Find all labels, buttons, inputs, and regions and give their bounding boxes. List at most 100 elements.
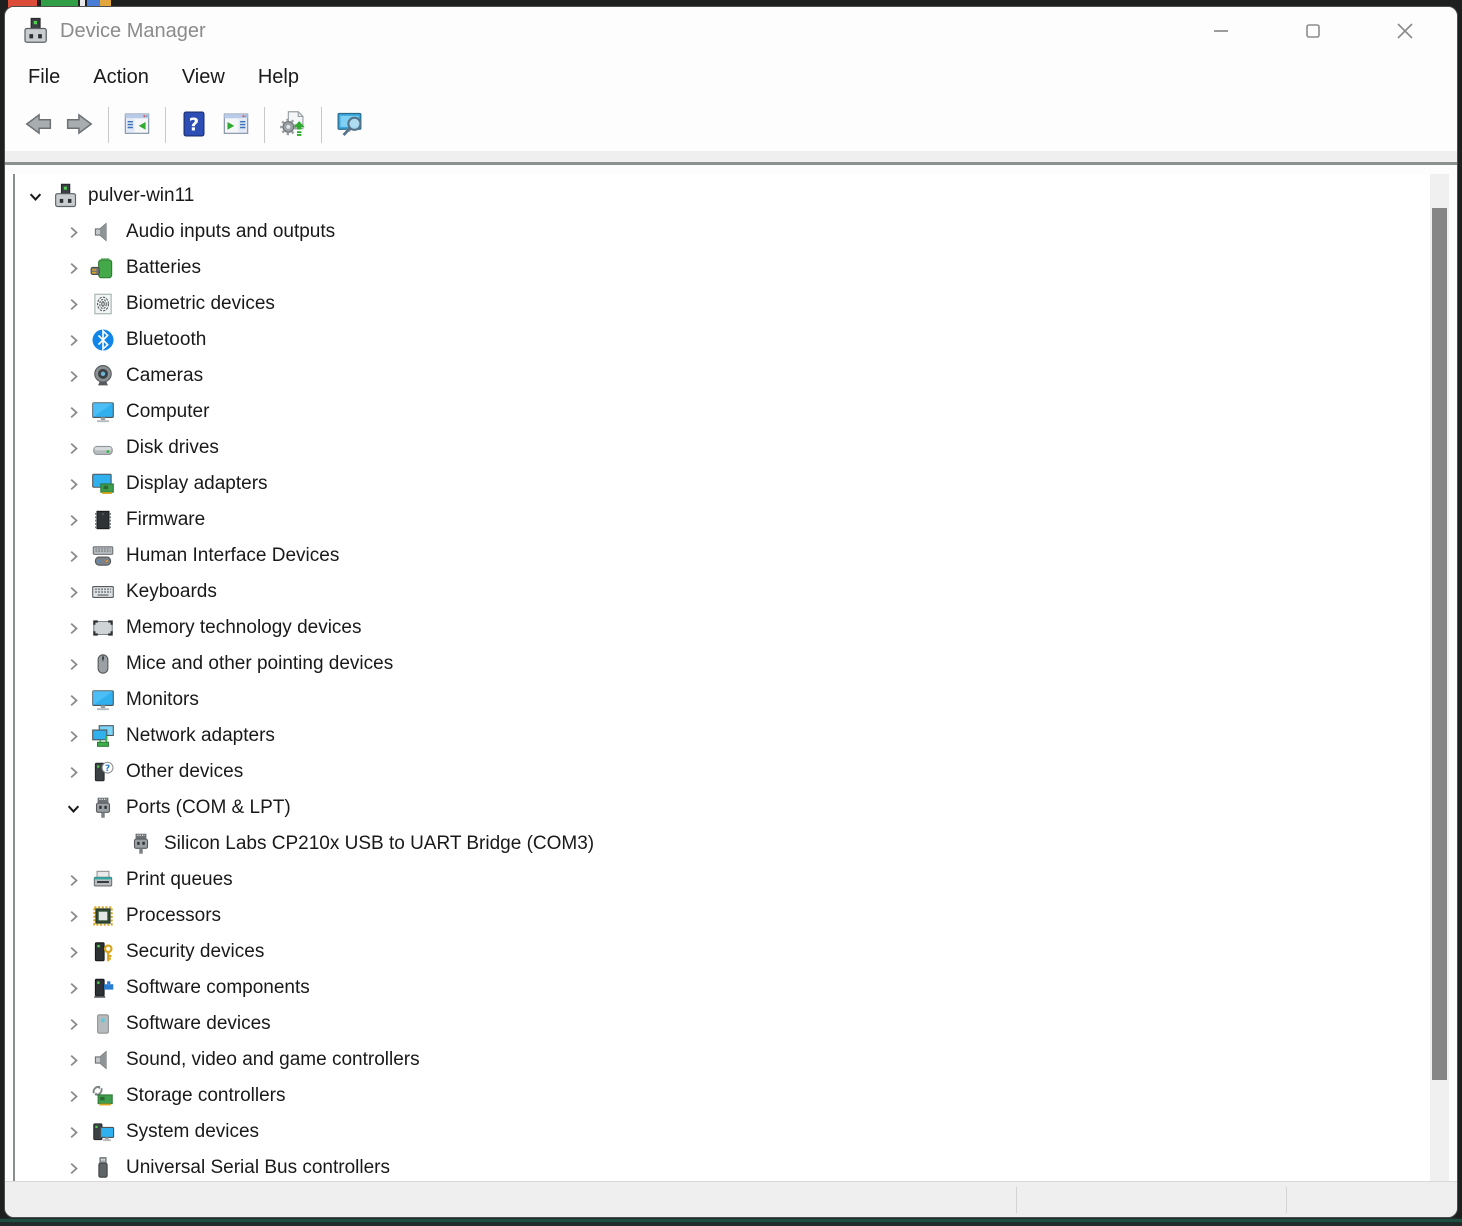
chevron-right-icon[interactable] bbox=[57, 1013, 89, 1035]
tree-item-monitors[interactable]: Monitors bbox=[15, 682, 1429, 718]
tree-item-label: Storage controllers bbox=[126, 1085, 285, 1107]
chevron-down-icon[interactable] bbox=[19, 185, 51, 207]
device-manager-app-icon bbox=[20, 16, 50, 46]
chevron-right-icon[interactable] bbox=[57, 293, 89, 315]
chevron-right-icon[interactable] bbox=[57, 941, 89, 963]
tree-item-label: Mice and other pointing devices bbox=[126, 653, 393, 675]
tree-item-universal-serial-bus-controllers[interactable]: Universal Serial Bus controllers bbox=[15, 1150, 1429, 1181]
menu-help[interactable]: Help bbox=[245, 62, 312, 93]
menubar: FileActionViewHelp bbox=[5, 55, 1457, 99]
chevron-right-icon[interactable] bbox=[57, 473, 89, 495]
forward-button[interactable] bbox=[59, 105, 101, 145]
chevron-right-icon[interactable] bbox=[57, 905, 89, 927]
tree-item-storage-controllers[interactable]: Storage controllers bbox=[15, 1078, 1429, 1114]
chevron-right-icon[interactable] bbox=[57, 257, 89, 279]
chevron-right-icon[interactable] bbox=[57, 1157, 89, 1179]
chevron-right-icon[interactable] bbox=[57, 581, 89, 603]
chevron-right-icon[interactable] bbox=[57, 689, 89, 711]
minimize-button[interactable] bbox=[1175, 7, 1267, 55]
chevron-right-icon[interactable] bbox=[57, 545, 89, 567]
tree-item-label: Computer bbox=[126, 401, 209, 423]
tree-item-keyboards[interactable]: Keyboards bbox=[15, 574, 1429, 610]
chevron-right-icon[interactable] bbox=[57, 509, 89, 531]
tree-item-computer[interactable]: Computer bbox=[15, 394, 1429, 430]
tree-item-human-interface-devices[interactable]: Human Interface Devices bbox=[15, 538, 1429, 574]
serial-port-icon bbox=[127, 830, 155, 858]
mouse-icon bbox=[89, 650, 117, 678]
update-driver-button[interactable] bbox=[272, 105, 314, 145]
tree-item-memory-technology-devices[interactable]: Memory technology devices bbox=[15, 610, 1429, 646]
scrollbar-thumb[interactable] bbox=[1432, 208, 1447, 1080]
tree-item-label: Security devices bbox=[126, 941, 264, 963]
tree-item-bluetooth[interactable]: Bluetooth bbox=[15, 322, 1429, 358]
tree-item-processors[interactable]: Processors bbox=[15, 898, 1429, 934]
chevron-right-icon[interactable] bbox=[57, 401, 89, 423]
tree-item-audio-inputs-and-outputs[interactable]: Audio inputs and outputs bbox=[15, 214, 1429, 250]
chevron-down-icon[interactable] bbox=[57, 797, 89, 819]
tree-item-print-queues[interactable]: Print queues bbox=[15, 862, 1429, 898]
svg-text:?: ? bbox=[105, 763, 110, 774]
chevron-right-icon[interactable] bbox=[57, 977, 89, 999]
twisty-spacer bbox=[95, 833, 127, 855]
chevron-right-icon[interactable] bbox=[57, 617, 89, 639]
tree-item-silicon-labs-cp210x-usb-to-uart-bridge-com3[interactable]: Silicon Labs CP210x USB to UART Bridge (… bbox=[15, 826, 1429, 862]
tree-item-other-devices[interactable]: ?Other devices bbox=[15, 754, 1429, 790]
chevron-right-icon[interactable] bbox=[57, 869, 89, 891]
tree-item-label: System devices bbox=[126, 1121, 259, 1143]
tree-item-network-adapters[interactable]: Network adapters bbox=[15, 718, 1429, 754]
chevron-right-icon[interactable] bbox=[57, 725, 89, 747]
title-bar[interactable]: Device Manager bbox=[5, 7, 1457, 55]
help-button[interactable]: ? bbox=[173, 105, 215, 145]
tree-item-label: Cameras bbox=[126, 365, 203, 387]
chevron-right-icon[interactable] bbox=[57, 365, 89, 387]
vertical-scrollbar[interactable] bbox=[1430, 174, 1449, 1181]
tree-item-firmware[interactable]: Firmware bbox=[15, 502, 1429, 538]
tree-item-biometric-devices[interactable]: Biometric devices bbox=[15, 286, 1429, 322]
tree-item-disk-drives[interactable]: Disk drives bbox=[15, 430, 1429, 466]
tree-item-label: Biometric devices bbox=[126, 293, 275, 315]
display-adapter-icon bbox=[89, 470, 117, 498]
tree-item-security-devices[interactable]: Security devices bbox=[15, 934, 1429, 970]
close-button[interactable] bbox=[1359, 7, 1451, 55]
chevron-right-icon[interactable] bbox=[57, 653, 89, 675]
menu-action[interactable]: Action bbox=[80, 62, 162, 93]
toolbar-separator bbox=[108, 107, 109, 143]
chevron-right-icon[interactable] bbox=[57, 761, 89, 783]
chevron-right-icon[interactable] bbox=[57, 1085, 89, 1107]
tree-item-cameras[interactable]: Cameras bbox=[15, 358, 1429, 394]
chevron-right-icon[interactable] bbox=[57, 1121, 89, 1143]
maximize-button[interactable] bbox=[1267, 7, 1359, 55]
unknown-device-icon: ? bbox=[89, 758, 117, 786]
tree-item-software-devices[interactable]: Software devices bbox=[15, 1006, 1429, 1042]
back-button[interactable] bbox=[17, 105, 59, 145]
back-arrow-icon bbox=[23, 110, 53, 141]
tree-item-mice-and-other-pointing-devices[interactable]: Mice and other pointing devices bbox=[15, 646, 1429, 682]
tree-item-sound-video-and-game-controllers[interactable]: Sound, video and game controllers bbox=[15, 1042, 1429, 1078]
tree-item-batteries[interactable]: Batteries bbox=[15, 250, 1429, 286]
taskbar-edge bbox=[0, 1218, 1462, 1226]
system-device-icon bbox=[89, 1118, 117, 1146]
tree-item-system-devices[interactable]: System devices bbox=[15, 1114, 1429, 1150]
tree-item-display-adapters[interactable]: Display adapters bbox=[15, 466, 1429, 502]
chevron-right-icon[interactable] bbox=[57, 221, 89, 243]
toolbar-separator bbox=[321, 107, 322, 143]
tree-item-software-components[interactable]: Software components bbox=[15, 970, 1429, 1006]
menu-view[interactable]: View bbox=[169, 62, 238, 93]
tree-item-label: pulver-win11 bbox=[88, 185, 194, 207]
tree-item-pulver-win11[interactable]: pulver-win11 bbox=[15, 178, 1429, 214]
menu-file[interactable]: File bbox=[15, 62, 73, 93]
monitor-icon bbox=[89, 686, 117, 714]
keyboard-icon bbox=[89, 578, 117, 606]
minimize-icon bbox=[1210, 20, 1232, 42]
tree-item-label: Audio inputs and outputs bbox=[126, 221, 335, 243]
show-hide-action-pane-button[interactable] bbox=[215, 105, 257, 145]
chevron-right-icon[interactable] bbox=[57, 1049, 89, 1071]
tree-item-label: Keyboards bbox=[126, 581, 217, 603]
chevron-right-icon[interactable] bbox=[57, 437, 89, 459]
show-hide-console-tree-button[interactable] bbox=[116, 105, 158, 145]
scan-hardware-changes-button[interactable] bbox=[329, 105, 371, 145]
status-bar bbox=[5, 1181, 1457, 1217]
action-pane-icon bbox=[221, 110, 251, 141]
tree-item-ports-com-lpt[interactable]: Ports (COM & LPT) bbox=[15, 790, 1429, 826]
chevron-right-icon[interactable] bbox=[57, 329, 89, 351]
